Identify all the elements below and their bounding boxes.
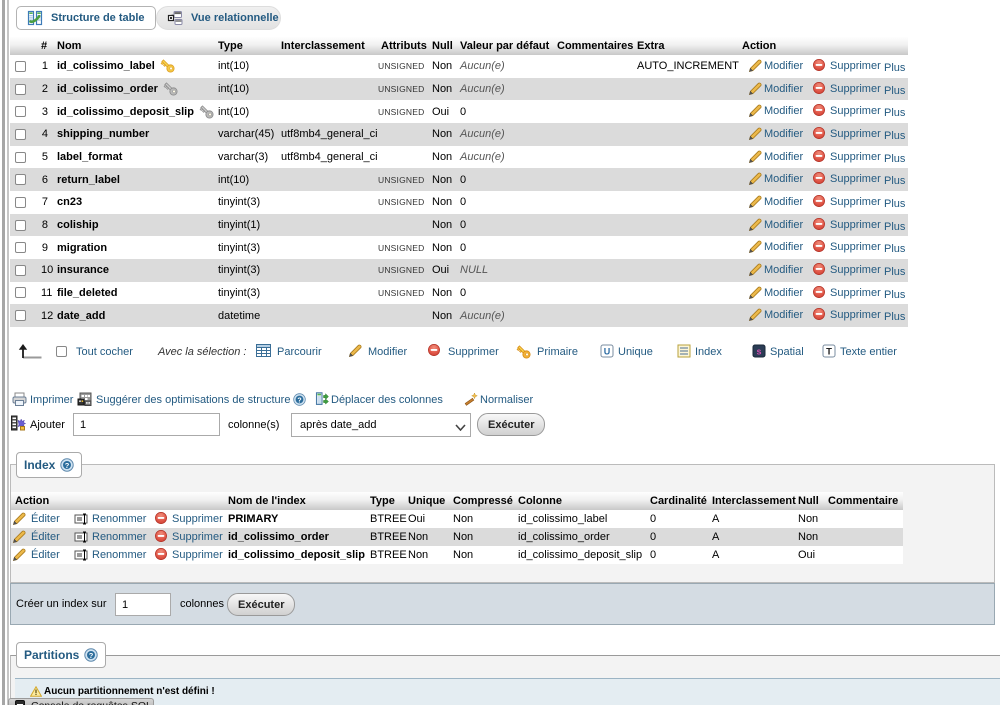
svg-text:U: U: [604, 347, 611, 357]
svg-text:?: ?: [89, 651, 94, 660]
svg-text:?: ?: [65, 461, 70, 470]
svg-text:?: ?: [297, 397, 301, 404]
svg-text:T: T: [826, 347, 832, 358]
svg-text:s: s: [756, 347, 761, 357]
